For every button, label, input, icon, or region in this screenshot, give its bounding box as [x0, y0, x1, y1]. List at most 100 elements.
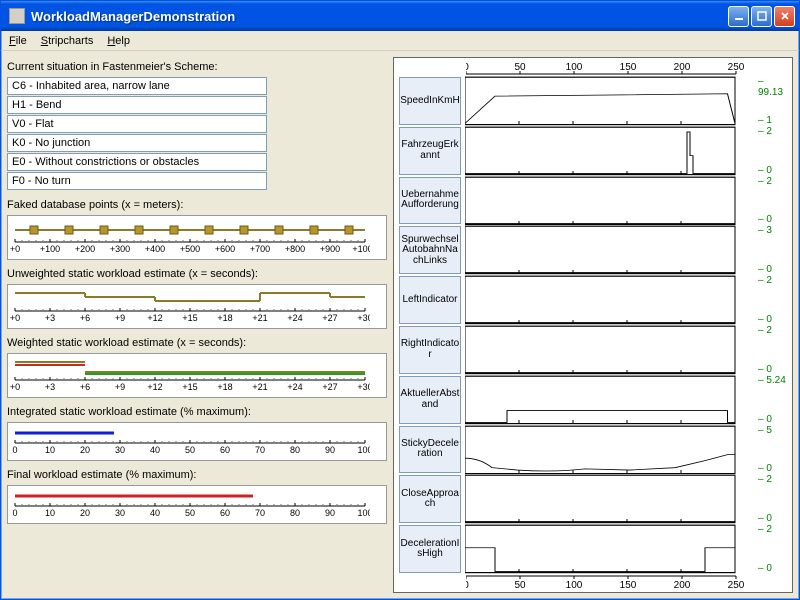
chart-max: – 3 [758, 225, 772, 236]
svg-text:90: 90 [325, 445, 335, 455]
chart-row-spurwechselautobahnnachlinks: SpurwechselAutobahnNachLinks – 3 – 0 [398, 225, 788, 275]
svg-text:+100: +100 [40, 244, 60, 254]
chart-row-rightindicator: RightIndicator – 2 – 0 [398, 325, 788, 375]
svg-text:+12: +12 [147, 382, 162, 392]
chart-max: – 2 [758, 474, 772, 485]
chart-plot [465, 176, 754, 226]
situation-item: H1 - Bend [7, 96, 267, 114]
svg-text:+30: +30 [357, 313, 370, 323]
menu-file[interactable]: File [9, 35, 27, 47]
menubar: File Stripcharts Help [1, 31, 799, 51]
svg-text:10: 10 [45, 508, 55, 518]
menu-help[interactable]: Help [107, 35, 130, 47]
chart-range: – 2 – 0 [754, 474, 788, 524]
strip1-title: Faked database points (x = meters): [7, 199, 387, 211]
chart-min: – 0 [758, 364, 772, 375]
svg-text:70: 70 [255, 508, 265, 518]
maximize-button[interactable] [751, 6, 772, 27]
window-title: WorkloadManagerDemonstration [29, 9, 728, 24]
chart-row-decelerationishigh: DecelerationIsHigh – 2 – 0 [398, 524, 788, 574]
svg-text:0: 0 [466, 580, 469, 590]
chart-min: – 0 [758, 214, 772, 225]
svg-text:150: 150 [620, 580, 637, 590]
chart-min: – 0 [758, 264, 772, 275]
left-pane: Current situation in Fastenmeier's Schem… [7, 57, 387, 593]
chart-max: – 2 [758, 524, 772, 535]
strip3: +0+3+6+9+12+15+18+21+24+27+30 [7, 353, 387, 398]
situation-item: V0 - Flat [7, 115, 267, 133]
chart-plot [465, 474, 754, 524]
chart-min: – 0 [758, 463, 772, 474]
chart-min: – 0 [758, 314, 772, 325]
chart-min: – 0 [758, 563, 772, 574]
chart-range: – 2 – 0 [754, 126, 788, 176]
chart-plot [465, 375, 754, 425]
chart-label: AktuellerAbstand [399, 376, 461, 424]
svg-text:+15: +15 [182, 313, 197, 323]
svg-text:0: 0 [12, 445, 17, 455]
svg-text:+24: +24 [287, 382, 302, 392]
close-button[interactable] [774, 6, 795, 27]
chart-range: – 2 – 0 [754, 275, 788, 325]
svg-text:250: 250 [728, 62, 745, 73]
right-pane: 050100150200250 SpeedInKmH – 99.13 – 1 F… [393, 57, 793, 593]
chart-row-closeapproach: CloseApproach – 2 – 0 [398, 474, 788, 524]
chart-min: – 0 [758, 414, 772, 425]
strip4: 0102030405060708090100 [7, 422, 387, 461]
chart-row-aktuellerabstand: AktuellerAbstand – 5.24 – 0 [398, 375, 788, 425]
chart-range: – 5 – 0 [754, 425, 788, 475]
svg-text:+3: +3 [45, 313, 55, 323]
menu-stripcharts[interactable]: Stripcharts [41, 35, 94, 47]
svg-text:+21: +21 [252, 382, 267, 392]
svg-text:+0: +0 [10, 382, 20, 392]
svg-text:70: 70 [255, 445, 265, 455]
svg-text:150: 150 [620, 62, 637, 73]
svg-text:+12: +12 [147, 313, 162, 323]
chart-max: – 5.24 [758, 375, 786, 386]
chart-range: – 99.13 – 1 [754, 76, 788, 126]
strip2-title: Unweighted static workload estimate (x =… [7, 268, 387, 280]
bottom-x-axis: 050100150200250 [466, 574, 788, 590]
chart-range: – 2 – 0 [754, 325, 788, 375]
svg-text:+900: +900 [320, 244, 340, 254]
svg-text:+1000: +1000 [352, 244, 370, 254]
chart-row-uebernahmeaufforderung: UebernahmeAufforderung – 2 – 0 [398, 176, 788, 226]
svg-text:+9: +9 [115, 313, 125, 323]
svg-text:+0: +0 [10, 244, 20, 254]
svg-text:+27: +27 [322, 313, 337, 323]
situation-item: E0 - Without constrictions or obstacles [7, 153, 267, 171]
chart-max: – 2 [758, 325, 772, 336]
svg-text:50: 50 [514, 580, 526, 590]
svg-text:+9: +9 [115, 382, 125, 392]
svg-text:+21: +21 [252, 313, 267, 323]
svg-text:+30: +30 [357, 382, 370, 392]
chart-range: – 2 – 0 [754, 176, 788, 226]
svg-text:+400: +400 [145, 244, 165, 254]
app-window: WorkloadManagerDemonstration File Stripc… [0, 0, 800, 600]
situation-item: C6 - Inhabited area, narrow lane [7, 77, 267, 95]
chart-label: SpurwechselAutobahnNachLinks [399, 226, 461, 274]
minimize-button[interactable] [728, 6, 749, 27]
chart-plot [465, 126, 754, 176]
chart-plot [465, 275, 754, 325]
chart-min: – 1 [758, 115, 772, 126]
svg-text:+6: +6 [80, 382, 90, 392]
chart-row-speedinkmh: SpeedInKmH – 99.13 – 1 [398, 76, 788, 126]
titlebar[interactable]: WorkloadManagerDemonstration [1, 1, 799, 31]
svg-text:40: 40 [150, 445, 160, 455]
situation-title: Current situation in Fastenmeier's Schem… [7, 61, 387, 73]
situation-item: F0 - No turn [7, 172, 267, 190]
svg-text:60: 60 [220, 508, 230, 518]
strip1: +0+100+200+300+400+500+600+700+800+900+1… [7, 215, 387, 260]
chart-min: – 0 [758, 513, 772, 524]
chart-plot [465, 524, 754, 574]
chart-label: LeftIndicator [399, 276, 461, 324]
svg-text:+24: +24 [287, 313, 302, 323]
svg-text:90: 90 [325, 508, 335, 518]
svg-text:50: 50 [185, 508, 195, 518]
chart-max: – 2 [758, 275, 772, 286]
chart-row-fahrzeugerkannt: FahrzeugErkannt – 2 – 0 [398, 126, 788, 176]
chart-range: – 3 – 0 [754, 225, 788, 275]
chart-row-stickydeceleration: StickyDeceleration – 5 – 0 [398, 425, 788, 475]
svg-text:+15: +15 [182, 382, 197, 392]
